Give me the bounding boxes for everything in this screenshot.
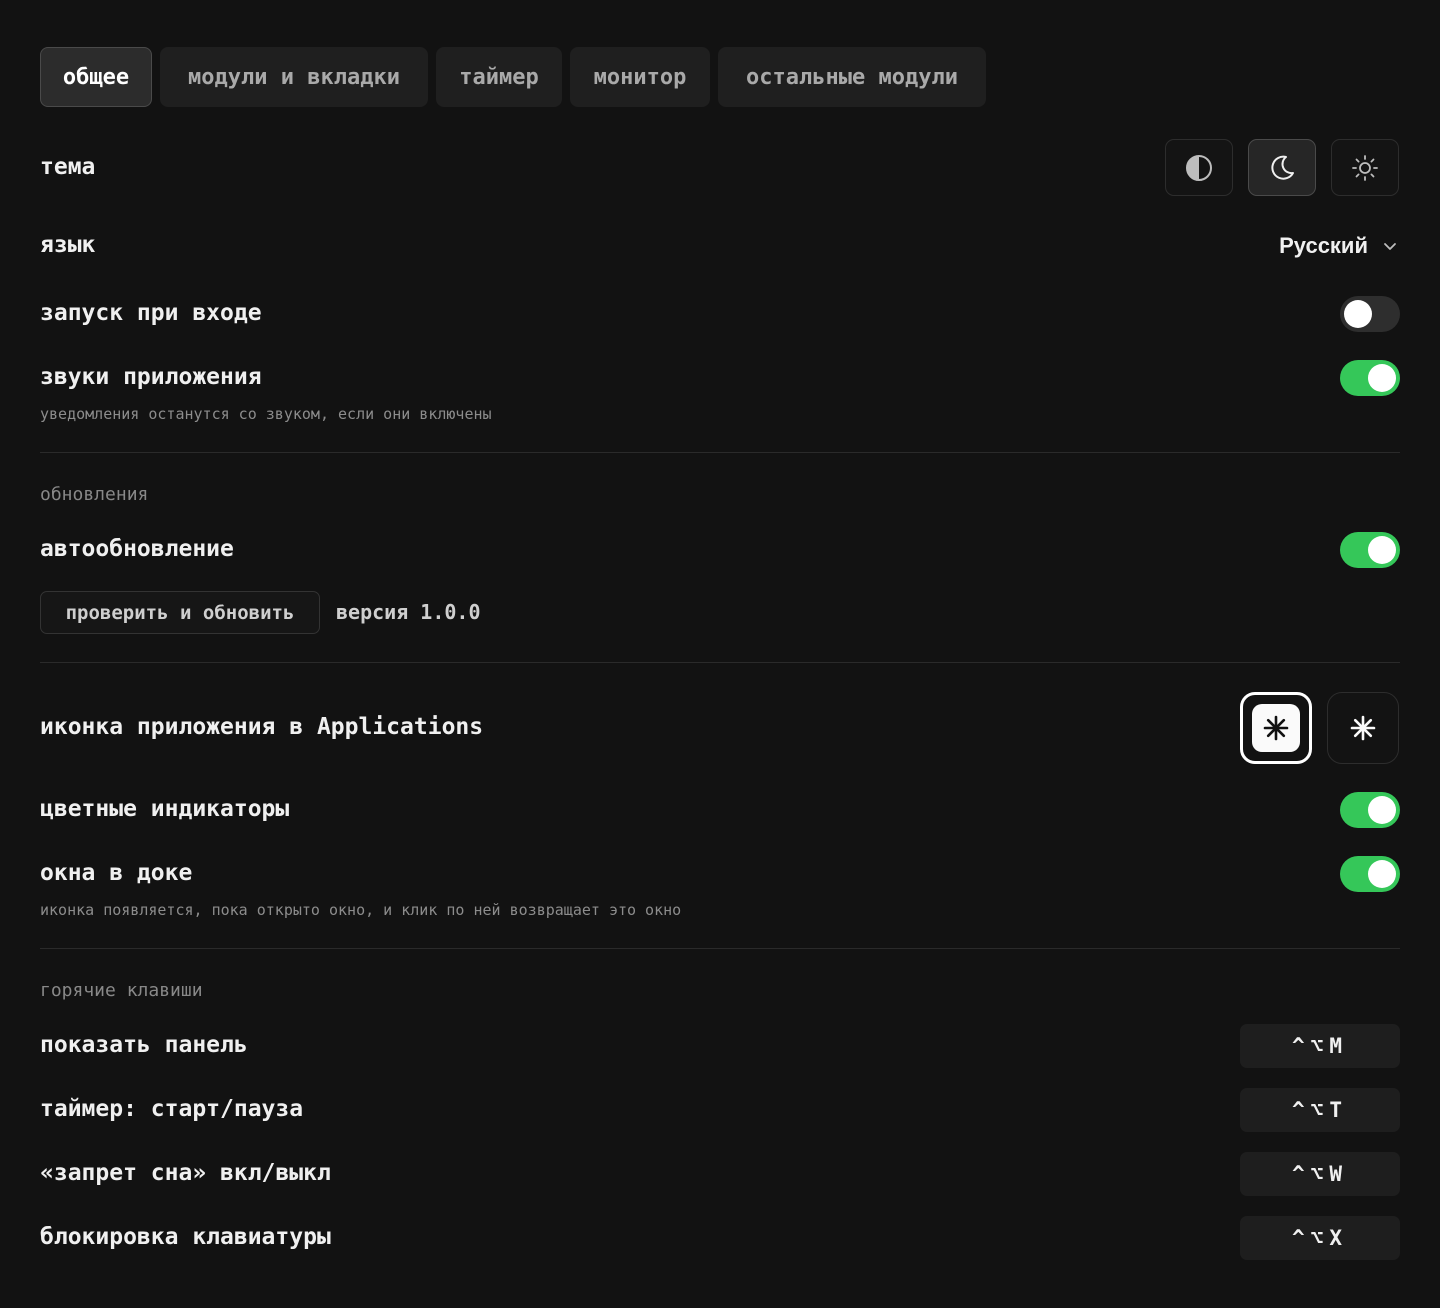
app-sounds-label: звуки приложения (40, 364, 262, 390)
dock-windows-description: иконка появляется, пока открыто окно, и … (40, 901, 682, 919)
divider (40, 662, 1400, 663)
language-select[interactable]: Русский (1279, 233, 1398, 259)
hotkey-field[interactable]: ^⌥W (1240, 1152, 1400, 1196)
divider (40, 948, 1400, 949)
dock-windows-label: окна в доке (40, 860, 193, 886)
app-icon-dark-option[interactable] (1327, 692, 1399, 764)
hotkeys-section-title: горячие клавиши (40, 980, 203, 1001)
toggle-knob (1368, 860, 1396, 888)
moon-icon (1271, 155, 1294, 180)
tab-other-modules[interactable]: остальные модули (718, 47, 986, 107)
color-indicators-toggle[interactable] (1340, 792, 1400, 828)
hotkey-label: блокировка клавиатуры (40, 1224, 331, 1250)
auto-update-label: автообновление (40, 536, 234, 562)
hotkey-label: показать панель (40, 1032, 248, 1058)
language-value: Русский (1279, 233, 1368, 258)
auto-update-toggle[interactable] (1340, 532, 1400, 568)
hotkey-field[interactable]: ^⌥X (1240, 1216, 1400, 1260)
divider (40, 452, 1400, 453)
toggle-knob (1368, 364, 1396, 392)
toggle-knob (1368, 536, 1396, 564)
app-sounds-description: уведомления останутся со звуком, если он… (40, 405, 492, 423)
toggle-knob (1368, 796, 1396, 824)
updates-section-title: обновления (40, 484, 149, 505)
tab-monitor[interactable]: монитор (570, 47, 710, 107)
hotkey-label: таймер: старт/пауза (40, 1096, 304, 1122)
app-icon-label: иконка приложения в Applications (40, 714, 484, 740)
hotkey-field[interactable]: ^⌥M (1240, 1024, 1400, 1068)
hotkey-label: «запрет сна» вкл/выкл (40, 1160, 331, 1186)
hotkey-field[interactable]: ^⌥T (1240, 1088, 1400, 1132)
sun-icon (1352, 154, 1378, 181)
app-sounds-toggle[interactable] (1340, 360, 1400, 396)
tab-general[interactable]: общее (40, 47, 152, 107)
color-indicators-label: цветные индикаторы (40, 796, 290, 822)
language-label: язык (40, 232, 96, 258)
version-text: версия 1.0.0 (336, 600, 481, 624)
launch-at-login-toggle[interactable] (1340, 296, 1400, 332)
launch-at-login-label: запуск при входе (40, 300, 262, 326)
chevron-down-icon (1384, 243, 1396, 250)
check-and-update-button[interactable]: проверить и обновить (40, 591, 320, 634)
theme-auto-button[interactable] (1165, 139, 1233, 196)
tab-timer[interactable]: таймер (436, 47, 562, 107)
tab-modules-and-tabs[interactable]: модули и вкладки (160, 47, 428, 107)
app-icon-light-option[interactable] (1240, 692, 1312, 764)
dark-asterisk-icon (1350, 715, 1376, 741)
theme-dark-button[interactable] (1248, 139, 1316, 196)
app-icon-preview (1252, 704, 1300, 752)
toggle-knob (1344, 300, 1372, 328)
theme-label: тема (40, 154, 96, 180)
light-asterisk-icon (1263, 715, 1289, 741)
theme-light-button[interactable] (1331, 139, 1399, 196)
auto-theme-icon (1186, 154, 1212, 181)
dock-windows-toggle[interactable] (1340, 856, 1400, 892)
